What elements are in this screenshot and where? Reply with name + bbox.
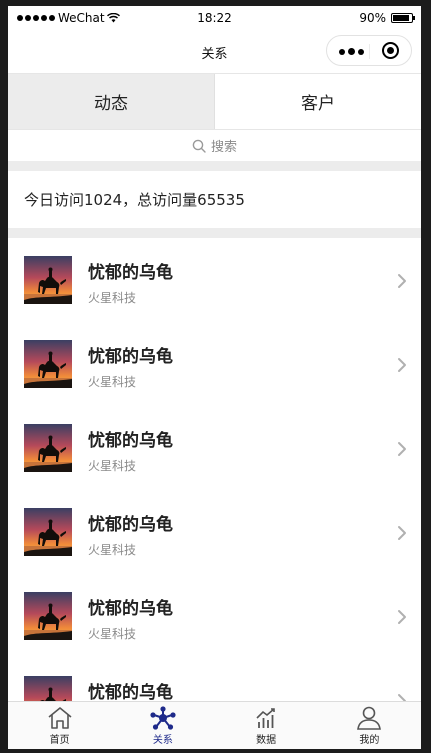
- list-item[interactable]: 忧郁的乌龟 火星科技: [8, 490, 421, 574]
- customer-company: 火星科技: [88, 375, 137, 389]
- segment-tabs: 动态 客户: [8, 73, 421, 130]
- search-bar[interactable]: 搜索: [8, 130, 421, 161]
- chevron-right-icon: [398, 610, 406, 624]
- avatar: [24, 256, 72, 304]
- tabbar-label: 数据: [256, 735, 277, 746]
- capsule-divider: [369, 44, 370, 59]
- search-placeholder: 搜索: [210, 140, 237, 155]
- home-icon: [48, 707, 72, 729]
- customer-company: 火星科技: [88, 543, 137, 557]
- tabbar-item-home[interactable]: 首页: [8, 702, 111, 749]
- list-item[interactable]: 忧郁的乌龟 火星科技: [8, 322, 421, 406]
- list-item[interactable]: 忧郁的乌龟 火星科技: [8, 574, 421, 658]
- more-icon[interactable]: [339, 48, 364, 55]
- tabbar-item-mine[interactable]: 我的: [318, 702, 421, 749]
- avatar: [24, 340, 72, 388]
- customer-name: 忧郁的乌龟: [88, 515, 173, 535]
- battery-icon: [391, 13, 415, 23]
- tab-dynamics[interactable]: 动态: [8, 74, 214, 129]
- section-divider: [8, 161, 421, 171]
- phone-screen: WeChat 18:22 90% 关系 动态 客户 搜索 今日访问1024，总访…: [8, 6, 421, 749]
- visit-summary: 今日访问1024，总访问量65535: [24, 191, 245, 209]
- tabbar-label: 关系: [152, 735, 173, 746]
- customer-name: 忧郁的乌龟: [88, 347, 173, 367]
- network-icon: [150, 706, 176, 730]
- chevron-right-icon: [398, 358, 406, 372]
- avatar: [24, 424, 72, 472]
- customer-name: 忧郁的乌龟: [88, 599, 173, 619]
- avatar: [24, 592, 72, 640]
- battery-percent: 90%: [359, 11, 386, 25]
- list-item[interactable]: 忧郁的乌龟 火星科技: [8, 238, 421, 322]
- list-item[interactable]: 忧郁的乌龟 火星科技: [8, 406, 421, 490]
- user-icon: [357, 706, 382, 730]
- search-icon: [192, 139, 206, 153]
- customer-list: 忧郁的乌龟 火星科技 忧郁的乌龟 火星科技 忧郁的乌龟 火星科技 忧郁的乌龟 火…: [8, 238, 421, 742]
- tabbar-label: 我的: [359, 735, 380, 746]
- mini-program-capsule: [326, 35, 412, 66]
- customer-company: 火星科技: [88, 627, 137, 641]
- customer-company: 火星科技: [88, 459, 137, 473]
- section-divider: [8, 228, 421, 238]
- customer-name: 忧郁的乌龟: [88, 431, 173, 451]
- customer-company: 火星科技: [88, 291, 137, 305]
- avatar: [24, 508, 72, 556]
- navigation-bar: 关系: [8, 30, 421, 73]
- tabbar-item-relations[interactable]: 关系: [111, 702, 214, 749]
- close-icon[interactable]: [382, 42, 399, 59]
- chevron-right-icon: [398, 274, 406, 288]
- bottom-tab-bar: 首页 关系 数据 我的: [8, 701, 421, 749]
- customer-name: 忧郁的乌龟: [88, 683, 173, 703]
- battery-status: 90%: [359, 11, 415, 25]
- tab-customers[interactable]: 客户: [214, 74, 421, 129]
- tab-label: 客户: [301, 94, 335, 114]
- tab-label: 动态: [94, 94, 128, 114]
- tabbar-item-data[interactable]: 数据: [215, 702, 318, 749]
- status-bar: WeChat 18:22 90%: [8, 6, 421, 30]
- chevron-right-icon: [398, 442, 406, 456]
- tabbar-label: 首页: [49, 735, 70, 746]
- chart-icon: [256, 708, 275, 728]
- chevron-right-icon: [398, 526, 406, 540]
- customer-name: 忧郁的乌龟: [88, 263, 173, 283]
